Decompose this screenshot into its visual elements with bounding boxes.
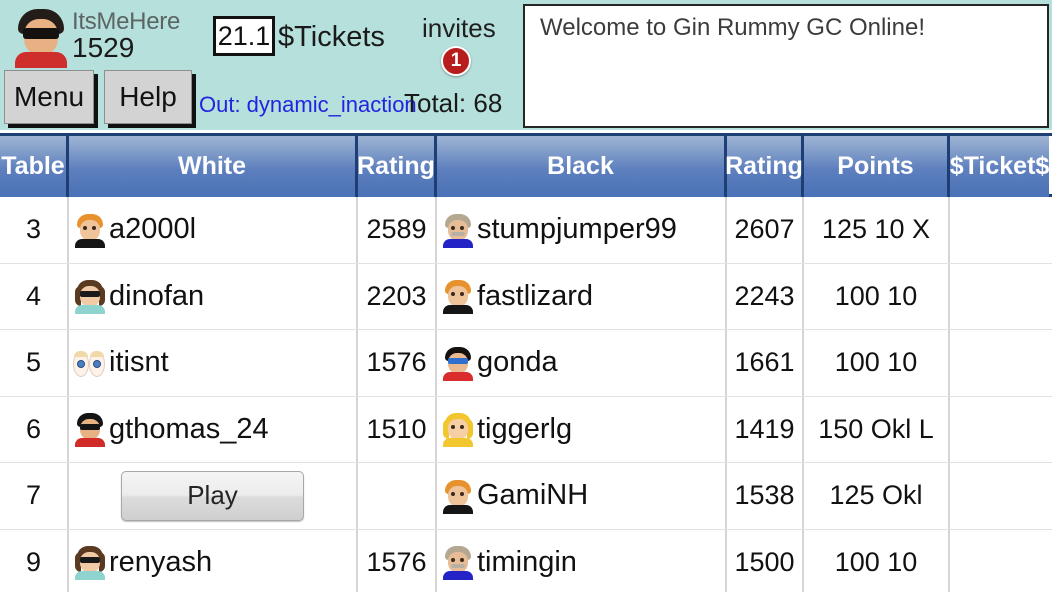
avatar-orange-hair-black-shirt-icon [441, 278, 475, 315]
cell-ticket [950, 463, 1049, 529]
tickets-label: $Tickets [278, 21, 385, 53]
white-player-name: renyash [109, 545, 213, 578]
cell-white-player[interactable]: a2000l [69, 197, 358, 263]
white-player-name: itisnt [109, 346, 169, 379]
cell-white-player[interactable]: renyash [69, 529, 358, 592]
cell-white-rating: 1576 [358, 529, 437, 592]
table-row[interactable]: 3 a2000l 2589 stumpjumper99 2607 125 10 … [0, 197, 1052, 264]
avatar-grey-hair-moustache-blue-shirt-icon [441, 544, 475, 581]
cell-white-player[interactable]: gthomas_24 [69, 396, 358, 462]
cell-black-player[interactable]: timingin [437, 529, 727, 592]
table-row[interactable]: 4 dinofan 2203 fastlizard 2243 100 10 [0, 263, 1052, 330]
avatar-grey-hair-moustache-blue-shirt-icon [441, 212, 475, 248]
cell-black-player[interactable]: fastlizard [437, 263, 727, 329]
chat-welcome-message: Welcome to Gin Rummy GC Online! [540, 14, 925, 41]
tickets-value[interactable]: 21.1 [213, 16, 275, 56]
cell-black-player[interactable]: stumpjumper99 [437, 197, 727, 263]
cell-table-number: 4 [0, 263, 69, 329]
cell-black-rating: 2607 [727, 197, 804, 263]
avatar-brown-curly-sunglasses-teal-shirt-icon [73, 544, 107, 581]
cell-white-player[interactable]: itisnt [69, 330, 358, 396]
black-player-name: GamiNH [477, 479, 589, 512]
cell-white-player-empty[interactable]: Play [69, 463, 358, 529]
avatar-blonde-long-hair-female-icon [441, 411, 475, 448]
cell-ticket [950, 330, 1049, 396]
cell-white-rating [358, 463, 437, 529]
white-player-name: a2000l [109, 213, 197, 246]
column-header-black[interactable]: Black [437, 136, 727, 197]
menu-button[interactable]: Menu [4, 70, 94, 124]
invites-count-badge[interactable]: 1 [441, 46, 471, 76]
avatar-orange-hair-black-shirt-icon [73, 212, 107, 248]
out-status-link[interactable]: Out: dynamic_inaction [199, 92, 417, 118]
user-rating: 1529 [72, 32, 135, 63]
chat-message-box[interactable]: Welcome to Gin Rummy GC Online! [523, 4, 1049, 128]
table-row[interactable]: 9 renyash 1576 timingin 1500 100 10 [0, 529, 1052, 592]
cell-black-player[interactable]: tiggerlg [437, 396, 727, 462]
table-body: 3 a2000l 2589 stumpjumper99 2607 125 10 … [0, 197, 1052, 592]
cell-table-number: 5 [0, 330, 69, 396]
cell-points: 100 10 [804, 529, 950, 592]
cell-black-rating: 1661 [727, 330, 804, 396]
column-header-points[interactable]: Points [804, 136, 950, 197]
cell-white-rating: 2203 [358, 263, 437, 329]
cell-black-player[interactable]: gonda [437, 330, 727, 396]
column-header-ticket[interactable]: $Ticket$ [950, 136, 1049, 197]
cell-black-rating: 1419 [727, 396, 804, 462]
user-avatar[interactable] [12, 6, 70, 68]
black-player-name: timingin [477, 545, 577, 578]
column-header-white-rating[interactable]: Rating [357, 136, 437, 197]
avatar-brown-curly-sunglasses-teal-shirt-icon [73, 278, 107, 315]
cell-points: 100 10 [804, 263, 950, 329]
play-button[interactable]: Play [121, 470, 304, 521]
black-player-name: gonda [477, 346, 558, 379]
avatar-black-hair-sunglasses-red-shirt-icon [73, 411, 107, 448]
cell-white-rating: 2589 [358, 197, 437, 263]
help-button[interactable]: Help [104, 70, 192, 124]
white-player-name: gthomas_24 [109, 412, 269, 445]
cell-points: 125 10 X [804, 197, 950, 263]
cell-white-rating: 1510 [358, 396, 437, 462]
avatar-big-eyes-icon [73, 345, 107, 381]
cell-black-rating: 1500 [727, 529, 804, 592]
total-label: Total: 68 [404, 88, 503, 118]
top-bar: ItsMeHere 1529 21.1 $Tickets invites 1 M… [0, 0, 1052, 130]
invites-label[interactable]: invites [422, 13, 496, 44]
cell-ticket [950, 530, 1049, 592]
black-player-name: stumpjumper99 [477, 213, 677, 246]
cell-black-player[interactable]: GamiNH [437, 463, 727, 529]
cell-table-number: 3 [0, 197, 69, 263]
cell-ticket [950, 397, 1049, 463]
game-lobby-screen: ItsMeHere 1529 21.1 $Tickets invites 1 M… [0, 0, 1052, 592]
cell-black-rating: 2243 [727, 263, 804, 329]
cell-points: 100 10 [804, 330, 950, 396]
cell-ticket [950, 264, 1049, 330]
table-row[interactable]: 7 Play GamiNH 1538 125 Okl [0, 463, 1052, 530]
top-bar-left: ItsMeHere 1529 21.1 $Tickets invites 1 M… [0, 0, 520, 130]
column-header-white[interactable]: White [69, 136, 358, 197]
cell-black-rating: 1538 [727, 463, 804, 529]
avatar-black-hair-blue-glasses-red-shirt-icon [441, 345, 475, 381]
cell-points: 150 Okl L [804, 396, 950, 462]
cell-white-player[interactable]: dinofan [69, 263, 358, 329]
cell-table-number: 7 [0, 463, 69, 529]
table-row[interactable]: 5 itisnt 1576 gonda 1661 100 10 [0, 330, 1052, 397]
cell-table-number: 6 [0, 396, 69, 462]
cell-white-rating: 1576 [358, 330, 437, 396]
table-header-row: Table White Rating Black Rating Points $… [0, 133, 1052, 197]
cell-points: 125 Okl [804, 463, 950, 529]
column-header-table[interactable]: Table [0, 136, 69, 197]
column-header-black-rating[interactable]: Rating [725, 136, 804, 197]
black-player-name: tiggerlg [477, 412, 573, 445]
table-row[interactable]: 6 gthomas_24 1510 tiggerlg 1419 150 Okl … [0, 396, 1052, 463]
avatar-orange-hair-black-shirt-icon [441, 478, 475, 514]
cell-table-number: 9 [0, 529, 69, 592]
white-player-name: dinofan [109, 279, 205, 312]
black-player-name: fastlizard [477, 279, 594, 312]
cell-ticket [950, 197, 1049, 263]
